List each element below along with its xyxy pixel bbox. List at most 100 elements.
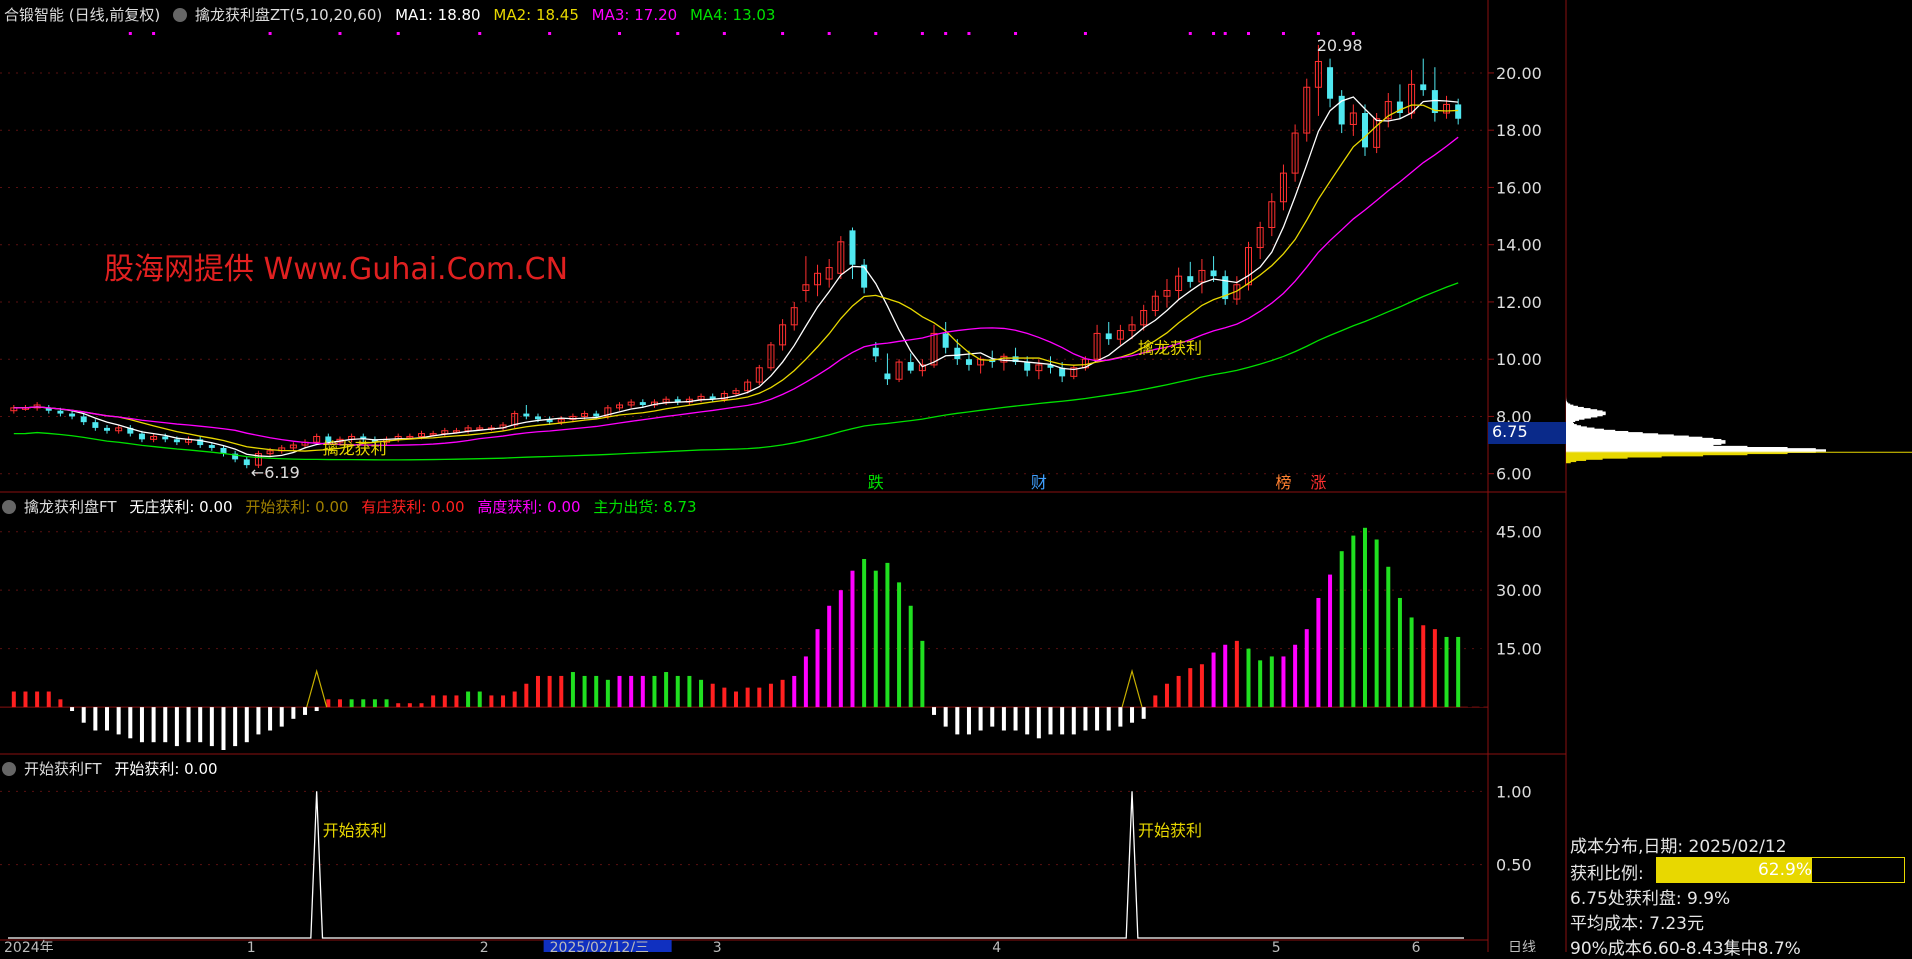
histogram-bar [187, 707, 191, 742]
histogram-bar [443, 695, 447, 707]
histogram-bar [548, 676, 552, 707]
histogram-bar [47, 692, 51, 708]
signal-dot [1317, 32, 1320, 35]
histogram-bar [210, 707, 214, 746]
histogram-bar [338, 699, 342, 707]
histogram-bar [105, 707, 109, 730]
y-tick-label: 10.00 [1496, 350, 1542, 369]
histogram-bar [431, 695, 435, 707]
signal-dot [828, 32, 831, 35]
histogram-bar [1165, 684, 1169, 707]
histogram-bar [1270, 656, 1274, 707]
histogram-bar [501, 695, 505, 707]
signal-dot [944, 32, 947, 35]
ma4-value: MA4: 13.03 [690, 6, 776, 24]
histogram-bar [850, 571, 854, 707]
sub1-panel-header: 擒龙获利盘FT 无庄获利: 0.00 开始获利: 0.00 有庄获利: 0.00… [2, 496, 705, 516]
histogram-bar [1223, 645, 1227, 707]
histogram-bar [652, 676, 656, 707]
histogram-bar [478, 692, 482, 708]
histogram-bar [385, 699, 389, 707]
histogram-bar [816, 629, 820, 707]
sub1-item-chuhuo: 主力出货: 8.73 [593, 498, 696, 516]
histogram-bar [932, 707, 936, 715]
profit-ratio-value: 62.9% [1758, 860, 1812, 880]
histogram-bar [769, 684, 773, 707]
histogram-bar [82, 707, 86, 723]
histogram-bar [315, 707, 319, 711]
signal-dot [269, 32, 272, 35]
stock-title[interactable]: 合锻智能 (日线,前复权) [4, 6, 160, 24]
histogram-bar [361, 699, 365, 707]
histogram-bar [1386, 567, 1390, 707]
candle [908, 362, 914, 371]
candle [873, 348, 879, 357]
signal-dot [397, 32, 400, 35]
x-axis-label: 2024年 [4, 940, 54, 952]
histogram-bar [827, 606, 831, 707]
start-profit-label-2: 开始获利 [1138, 821, 1202, 840]
histogram-bar [1281, 656, 1285, 707]
signal-dot [129, 32, 132, 35]
signal-dot [1282, 32, 1285, 35]
y-tick-label: 1.00 [1496, 782, 1532, 801]
histogram-bar [70, 707, 74, 711]
candle [1211, 270, 1217, 276]
start-profit-label-1: 开始获利 [323, 821, 387, 840]
histogram-bar [734, 692, 738, 708]
sub1-name[interactable]: 擒龙获利盘FT [24, 498, 117, 516]
ma-line-ma4 [14, 283, 1458, 460]
candle [535, 416, 541, 419]
histogram-bar [396, 703, 400, 707]
histogram-bar [1153, 695, 1157, 707]
y-tick-label: 45.00 [1496, 523, 1542, 542]
settings-dot-icon[interactable] [2, 500, 16, 514]
candle [1187, 276, 1193, 282]
histogram-bar [408, 703, 412, 707]
histogram-bar [606, 680, 610, 707]
signal-dot [478, 32, 481, 35]
histogram-bar [524, 684, 528, 707]
histogram-bar [1351, 536, 1355, 708]
histogram-bar [35, 692, 39, 708]
sub1-item-wuzhuang: 无庄获利: 0.00 [129, 498, 232, 516]
y-tick-label: 0.50 [1496, 856, 1532, 875]
histogram-bar [955, 707, 959, 734]
histogram-bar [93, 707, 97, 730]
indicator-name[interactable]: 擒龙获利盘ZT(5,10,20,60) [195, 6, 382, 24]
histogram-bar [920, 641, 924, 707]
sub2-item: 开始获利: 0.00 [114, 760, 217, 778]
histogram-bar [559, 676, 563, 707]
histogram-bar [1375, 539, 1379, 707]
settings-dot-icon[interactable] [173, 8, 187, 22]
x-axis-label: 1 [247, 940, 256, 952]
signal-dot [152, 32, 155, 35]
sub2-name[interactable]: 开始获利FT [24, 760, 102, 778]
ma2-value: MA2: 18.45 [493, 6, 579, 24]
candle [244, 459, 250, 465]
histogram-bar [1433, 629, 1437, 707]
candle [209, 445, 215, 448]
signal-dot [1084, 32, 1087, 35]
histogram-bar [571, 672, 575, 707]
histogram-bar [839, 590, 843, 707]
cost-90-range: 90%成本6.60-8.43集中8.7% [1570, 934, 1801, 959]
histogram-bar [466, 692, 470, 708]
histogram-bar [1363, 528, 1367, 707]
histogram-bar [1212, 653, 1216, 708]
candle [884, 374, 890, 380]
candle [174, 439, 180, 442]
histogram-bar [1188, 668, 1192, 707]
histogram-bar [699, 680, 703, 707]
histogram-bar [1410, 617, 1414, 707]
histogram-bar [1037, 707, 1041, 738]
histogram-bar [1118, 707, 1122, 726]
histogram-bar [1503, 672, 1507, 707]
histogram-bar [245, 707, 249, 742]
sub1-item-gaodu: 高度获利: 0.00 [477, 498, 580, 516]
candle [849, 230, 855, 264]
settings-dot-icon[interactable] [2, 762, 16, 776]
stock-chart[interactable]: 20.0018.0016.0014.0012.0010.008.006.00←6… [0, 0, 1912, 952]
signal-dot [676, 32, 679, 35]
signal-dot [1224, 32, 1227, 35]
